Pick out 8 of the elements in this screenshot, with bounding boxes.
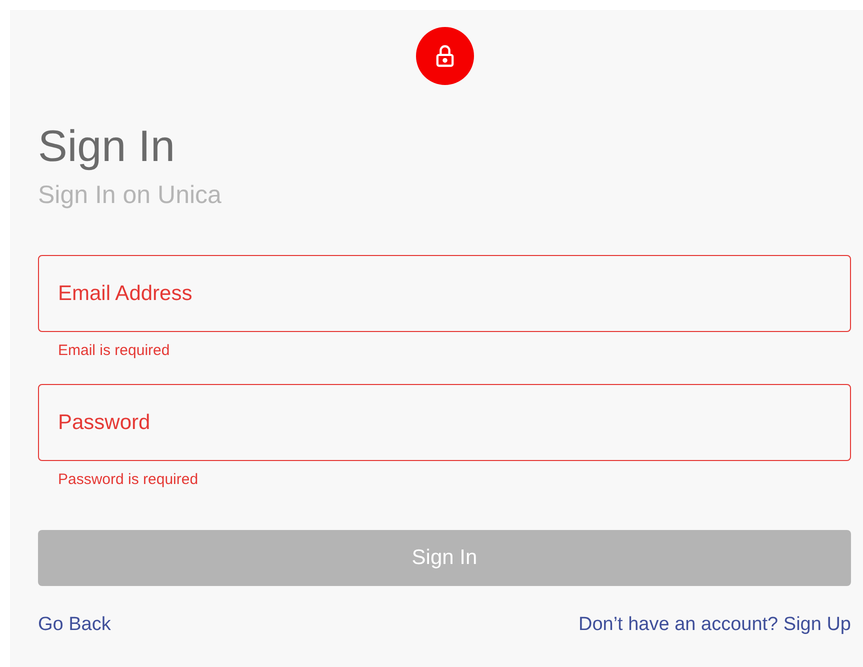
- error-message: Email is required: [58, 341, 170, 361]
- error-message: Password is required: [58, 470, 198, 490]
- input-field[interactable]: Password: [38, 384, 851, 461]
- page-title: Sign In: [38, 121, 176, 173]
- go-back-link[interactable]: Go Back: [38, 611, 111, 640]
- input-field[interactable]: Email Address: [38, 255, 851, 332]
- page-subtitle: Sign In on Unica: [38, 180, 222, 211]
- sign-up-link[interactable]: Don’t have an account? Sign Up: [578, 611, 851, 640]
